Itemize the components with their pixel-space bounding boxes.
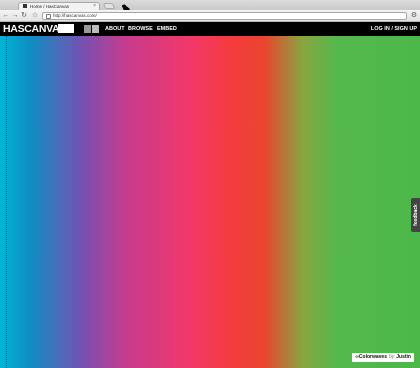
bookmark-star-icon[interactable]: ☆ [31,12,39,20]
forward-icon[interactable]: → [11,12,19,20]
address-bar[interactable]: http://hascanvas.com/ [42,12,407,20]
list-view-icon[interactable] [92,25,99,33]
tab-strip: Home / HasCanvas × [0,0,420,12]
browser-window: Home / HasCanvas × ← → ↻ ☆ http://hascan… [0,0,420,368]
nav-about-link[interactable]: ABOUT [105,22,125,36]
tab-home[interactable]: Home / HasCanvas × [18,2,100,10]
site-header: HASCANVAS/ ABOUT BROWSE EMBED LOG IN / S… [0,22,420,36]
credit-badge[interactable]: ∞Colorwaves by Justin [352,353,414,362]
page-icon [46,14,51,19]
nav-embed-link[interactable]: EMBED [157,22,177,36]
login-signup-link[interactable]: LOG IN / SIGN UP [371,22,417,36]
credit-title: ∞Colorwaves [355,354,387,360]
nav-browse-link[interactable]: BROWSE [128,22,153,36]
feedback-tab[interactable]: feedback [411,198,420,232]
credit-by: by [388,354,395,360]
colorwaves-canvas[interactable]: feedback ∞Colorwaves by Justin [0,36,420,368]
back-icon[interactable]: ← [2,12,10,20]
favicon-icon [23,4,27,8]
feedback-label: feedback [412,204,419,226]
wrench-icon[interactable]: ⚙ [410,12,418,20]
search-input[interactable] [58,24,74,33]
browser-toolbar: ← → ↻ ☆ http://hascanvas.com/ ⚙ [0,10,420,22]
view-toggle[interactable] [84,25,100,33]
credit-author: Justin [396,354,411,360]
logo-text: HASCANVAS [3,23,67,35]
url-text: http://hascanvas.com/ [53,13,97,18]
reload-icon[interactable]: ↻ [20,12,28,20]
close-icon[interactable]: × [93,3,96,10]
tab-title: Home / HasCanvas [30,4,70,9]
grid-view-icon[interactable] [84,25,91,33]
new-tab-button[interactable] [102,3,116,9]
canvas-edge-line [6,36,8,368]
